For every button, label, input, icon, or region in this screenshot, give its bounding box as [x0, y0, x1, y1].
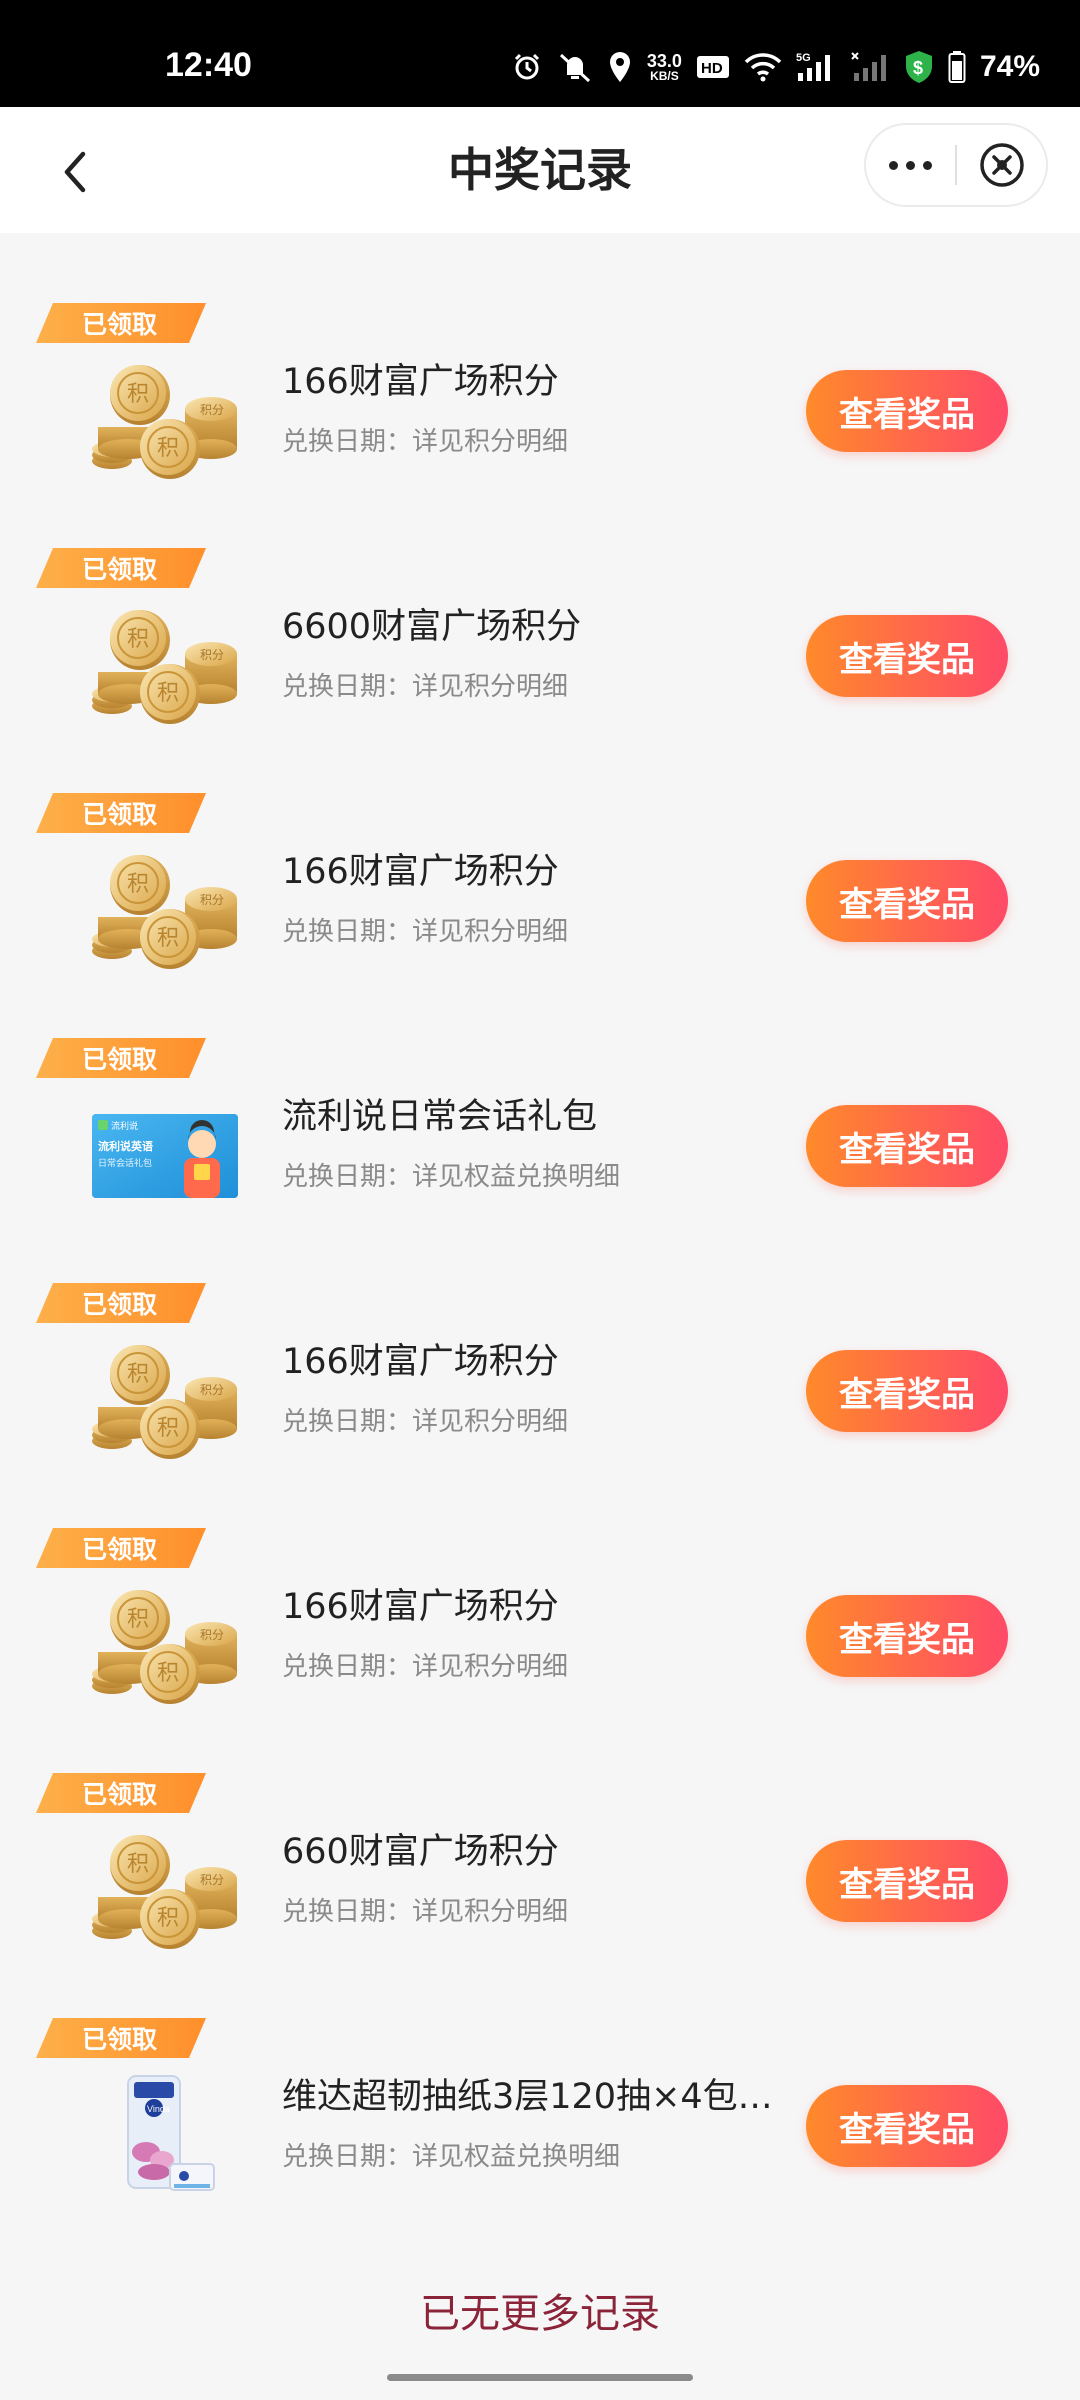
close-button[interactable]	[957, 125, 1046, 205]
status-badge: 已领取	[36, 1528, 206, 1568]
hd-label: HD	[701, 60, 723, 77]
no-more-records: 已无更多记录	[420, 2291, 660, 2337]
status-badge: 已领取	[36, 1283, 206, 1323]
mute-icon	[559, 53, 590, 83]
svg-text:积分: 积分	[200, 403, 224, 417]
status-badge: 已领取	[36, 793, 206, 833]
alarm-icon	[514, 53, 539, 80]
signal-label: 5G	[796, 52, 811, 64]
record-item: 已领取 流利说 流利说英语 日常会话礼包 流利说日常会话礼包兑换日期：详见权益兑…	[0, 968, 1080, 1213]
view-prize-button[interactable]: 查看奖品	[806, 1105, 1008, 1187]
card-brand-text: 流利说	[111, 1120, 138, 1132]
coins-icon: 积分 积 积	[90, 1827, 240, 1957]
view-prize-button[interactable]: 查看奖品	[806, 1595, 1008, 1677]
redeem-date: 兑换日期：详见积分明细	[282, 672, 569, 702]
status-badge: 已领取	[36, 548, 206, 588]
shield-icon: $	[905, 51, 932, 83]
network-speed: 33.0 KB/S	[647, 52, 682, 82]
svg-text:积: 积	[157, 926, 179, 951]
svg-text:积: 积	[127, 627, 149, 652]
view-prize-button[interactable]: 查看奖品	[806, 615, 1008, 697]
svg-text:积: 积	[127, 382, 149, 407]
battery-percent: 74%	[979, 50, 1040, 83]
view-prize-button[interactable]: 查看奖品	[806, 1840, 1008, 1922]
hd-icon: HD	[696, 56, 729, 78]
svg-text:积分: 积分	[200, 893, 224, 907]
more-button[interactable]	[866, 125, 955, 205]
svg-text:积: 积	[157, 681, 179, 706]
svg-text:积分: 积分	[200, 1873, 224, 1887]
home-indicator[interactable]	[387, 2374, 693, 2381]
signal-no-sim-icon	[851, 52, 886, 81]
record-item: 已领取 积分 积 积 166财富广场积分兑换日期：详见积分明细 查看奖品	[0, 1213, 1080, 1459]
status-bar: 12:40 33.0 KB/S HD 5G $ 74%	[0, 0, 1080, 107]
view-prize-button[interactable]: 查看奖品	[806, 2085, 1008, 2167]
svg-text:积: 积	[127, 1362, 149, 1387]
card-line1-text: 流利说英语	[98, 1139, 153, 1153]
record-item: 已领取 积分 积 积 166财富广场积分兑换日期：详见积分明细 查看奖品	[0, 723, 1080, 969]
wifi-icon	[744, 53, 782, 82]
more-dot-icon	[906, 160, 915, 170]
coins-icon: 积分 积 积	[90, 357, 240, 487]
svg-text:积分: 积分	[200, 1628, 224, 1642]
status-badge: 已领取	[36, 2018, 206, 2058]
status-icons: 33.0 KB/S HD 5G $ 74%	[511, 42, 1040, 92]
card-line2-text: 日常会话礼包	[98, 1157, 152, 1169]
status-time: 12:40	[165, 46, 252, 84]
svg-text:积: 积	[127, 872, 149, 897]
signal-5g-icon: 5G	[796, 52, 830, 81]
svg-text:积: 积	[157, 1906, 179, 1931]
svg-text:积分: 积分	[200, 648, 224, 662]
redeem-date: 兑换日期：详见积分明细	[282, 917, 569, 947]
mini-program-capsule	[864, 123, 1048, 207]
record-item: 已领取 积分 积 积 166财富广场积分兑换日期：详见积分明细 查看奖品	[0, 233, 1080, 479]
gift-card-image: 流利说 流利说英语 日常会话礼包	[90, 1092, 240, 1222]
location-icon	[609, 52, 630, 82]
prize-title: 166财富广场积分	[282, 852, 559, 892]
record-item: 已领取 积分 积 积 6600财富广场积分兑换日期：详见积分明细 查看奖品	[0, 478, 1080, 724]
more-dot-icon	[923, 160, 932, 170]
view-prize-button[interactable]: 查看奖品	[806, 860, 1008, 942]
prize-title: 660财富广场积分	[282, 1832, 559, 1872]
record-item: 已领取 积分 积 积 166财富广场积分兑换日期：详见积分明细 查看奖品	[0, 1458, 1080, 1704]
network-speed-unit: KB/S	[650, 69, 679, 83]
coins-icon: 积分 积 积	[90, 1582, 240, 1712]
battery-icon	[948, 51, 966, 83]
prize-title: 维达超韧抽纸3层120抽×4包-券...	[282, 2077, 782, 2117]
svg-text:积: 积	[127, 1607, 149, 1632]
redeem-date: 兑换日期：详见权益兑换明细	[282, 2142, 621, 2172]
prize-title: 166财富广场积分	[282, 362, 559, 402]
tissue-pack-image: Vinda	[90, 2072, 240, 2202]
status-badge: 已领取	[36, 1038, 206, 1078]
redeem-date: 兑换日期：详见权益兑换明细	[282, 1162, 621, 1192]
prize-title: 166财富广场积分	[282, 1342, 559, 1382]
coins-icon: 积分 积 积	[90, 1337, 240, 1467]
coins-icon: 积分 积 积	[90, 602, 240, 732]
record-item: 已领取 Vinda 维达超韧抽纸3层120抽×4包-券... 兑换日期：详见权益兑…	[0, 1948, 1080, 2193]
redeem-date: 兑换日期：详见积分明细	[282, 1897, 569, 1927]
view-prize-button[interactable]: 查看奖品	[806, 1350, 1008, 1432]
svg-text:积分: 积分	[200, 1383, 224, 1397]
svg-text:Vinda: Vinda	[147, 2104, 170, 2114]
svg-text:积: 积	[157, 1416, 179, 1441]
redeem-date: 兑换日期：详见积分明细	[282, 427, 569, 457]
view-prize-button[interactable]: 查看奖品	[806, 370, 1008, 452]
svg-text:积: 积	[157, 436, 179, 461]
prize-title: 166财富广场积分	[282, 1587, 559, 1627]
redeem-date: 兑换日期：详见积分明细	[282, 1407, 569, 1437]
status-badge: 已领取	[36, 1773, 206, 1813]
prize-title: 流利说日常会话礼包	[282, 1097, 598, 1137]
svg-text:积: 积	[127, 1852, 149, 1877]
status-badge: 已领取	[36, 303, 206, 343]
network-speed-value: 33.0	[646, 51, 682, 71]
svg-text:$: $	[913, 58, 923, 78]
nav-bar: 中奖记录	[0, 107, 1080, 233]
svg-text:积: 积	[157, 1661, 179, 1686]
coins-icon: 积分 积 积	[90, 847, 240, 977]
close-circle-icon	[979, 143, 1024, 187]
record-item: 已领取 积分 积 积 660财富广场积分兑换日期：详见积分明细 查看奖品	[0, 1703, 1080, 1949]
redeem-date: 兑换日期：详见积分明细	[282, 1652, 569, 1682]
more-dot-icon	[889, 160, 898, 170]
prize-title: 6600财富广场积分	[282, 607, 582, 647]
